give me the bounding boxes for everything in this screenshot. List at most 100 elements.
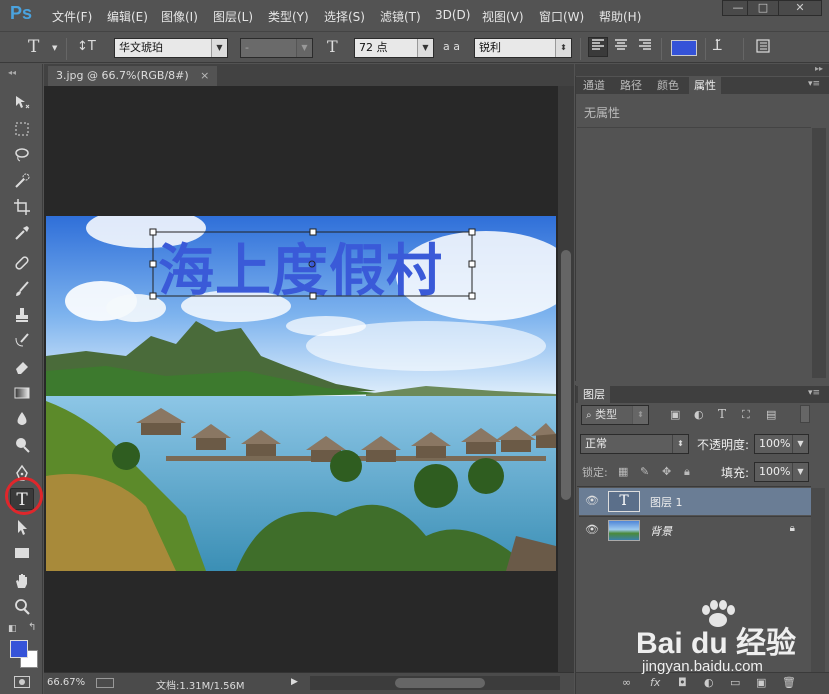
lock-position-icon[interactable]: ✥ (662, 465, 671, 478)
tab-color[interactable]: 颜色 (652, 77, 684, 94)
document-canvas[interactable]: 海上度假村 (46, 216, 556, 571)
quick-mask-icon[interactable] (14, 676, 30, 688)
filter-type-icon[interactable]: T (718, 407, 726, 421)
healing-brush-tool-icon[interactable] (10, 254, 34, 276)
swap-colors-icon[interactable]: ↰ (28, 622, 36, 633)
tab-channels[interactable]: 通道 (578, 77, 610, 94)
eyedropper-tool-icon[interactable] (10, 224, 34, 246)
menu-type[interactable]: 类型(Y) (268, 8, 309, 25)
type-tool-preset-icon[interactable]: T (28, 37, 39, 57)
layer-name[interactable]: 图层 1 (650, 494, 683, 510)
clone-stamp-tool-icon[interactable] (10, 306, 34, 328)
divider (705, 38, 706, 60)
menu-view[interactable]: 视图(V) (482, 8, 524, 25)
lock-transparent-icon[interactable]: ▦ (618, 465, 628, 478)
panel-menu-icon[interactable]: ▾≡ (808, 79, 820, 89)
fill-label: 填充: (721, 466, 750, 480)
lock-all-icon[interactable]: 🔒︎ (684, 465, 690, 479)
gradient-tool-icon[interactable] (10, 384, 34, 406)
vertical-scroll-thumb[interactable] (561, 250, 571, 500)
font-size-select[interactable]: 72 点 ▼ (354, 38, 434, 58)
crop-tool-icon[interactable] (10, 198, 34, 220)
close-tab-icon[interactable]: × (200, 69, 209, 82)
antialias-select[interactable]: 锐利 ⬍ (474, 38, 572, 58)
collapse-panels-icon[interactable]: ▸▸ (815, 64, 823, 73)
blur-tool-icon[interactable] (10, 410, 34, 432)
lock-image-icon[interactable]: ✎ (640, 465, 649, 478)
layer-name[interactable]: 背景 (650, 523, 672, 539)
character-panel-icon[interactable] (755, 38, 771, 58)
menu-layer[interactable]: 图层(L) (213, 8, 253, 25)
collapse-icon[interactable]: ◂◂ (8, 68, 16, 77)
divider (66, 38, 67, 60)
path-selection-tool-icon[interactable] (10, 518, 34, 540)
visibility-eye-icon[interactable]: 👁︎ (585, 494, 599, 508)
history-brush-tool-icon[interactable] (10, 332, 34, 354)
move-tool-icon[interactable] (10, 94, 34, 116)
menu-image[interactable]: 图像(I) (161, 8, 198, 25)
default-colors-icon[interactable]: ◧ (8, 624, 17, 634)
photoshop-logo: Ps (10, 3, 33, 23)
text-color-swatch[interactable] (671, 40, 697, 56)
fill-input[interactable]: 100% ▼ (754, 462, 809, 482)
status-menu-arrow[interactable]: ▶ (291, 677, 298, 687)
dodge-tool-icon[interactable] (10, 436, 34, 458)
filter-adjustment-icon[interactable]: ◐ (694, 408, 704, 421)
quick-selection-tool-icon[interactable] (10, 172, 34, 194)
warp-text-icon[interactable]: ꓕ̃ (713, 38, 722, 54)
menu-3d[interactable]: 3D(D) (435, 8, 470, 22)
brush-tool-icon[interactable] (10, 280, 34, 302)
menu-filter[interactable]: 滤镜(T) (380, 8, 421, 25)
chevron-down-icon: ▼ (792, 435, 808, 453)
watermark-brand: Bai du 经验 (636, 627, 797, 660)
tab-paths[interactable]: 路径 (615, 77, 647, 94)
hand-tool-icon[interactable] (10, 572, 34, 594)
menu-file[interactable]: 文件(F) (52, 8, 92, 25)
menu-select[interactable]: 选择(S) (324, 8, 365, 25)
zoom-level[interactable]: 66.67% (47, 677, 85, 688)
lasso-tool-icon[interactable] (10, 146, 34, 168)
properties-scrollbar[interactable] (812, 128, 826, 378)
chevron-down-icon[interactable]: ▼ (52, 44, 57, 52)
visibility-eye-icon[interactable]: 👁︎ (585, 523, 599, 537)
filter-toggle[interactable] (800, 405, 810, 423)
tab-layers[interactable]: 图层 (578, 386, 610, 403)
menu-help[interactable]: 帮助(H) (599, 8, 641, 25)
layers-menu-icon[interactable]: ▾≡ (808, 388, 820, 398)
menu-window[interactable]: 窗口(W) (539, 8, 584, 25)
maximize-button[interactable]: □ (747, 0, 779, 16)
menu-edit[interactable]: 编辑(E) (107, 8, 148, 25)
link-layers-icon[interactable]: ∞ (622, 676, 631, 689)
layer-filter-select[interactable]: ⌕ 类型 ⬍ (581, 405, 649, 425)
zoom-tool-icon[interactable] (10, 598, 34, 620)
transform-box[interactable] (46, 216, 556, 571)
document-info: 文档:1.31M/1.56M (156, 681, 245, 692)
layer-filter-value: 类型 (595, 408, 618, 421)
align-left-icon[interactable] (588, 37, 608, 57)
rectangle-tool-icon[interactable] (10, 544, 34, 566)
marquee-tool-icon[interactable] (10, 120, 34, 142)
align-center-icon[interactable] (613, 38, 629, 56)
blend-mode-value: 正常 (585, 437, 607, 450)
layer-row-text[interactable]: 👁︎ T 图层 1 (579, 488, 811, 515)
options-bar: T ▼ ↕T 华文琥珀 ▼ - ▼ T 72 点 ▼ a a 锐利 ⬍ ꓕ̃ (0, 31, 829, 63)
text-color-fill (672, 41, 696, 55)
text-orientation-icon[interactable]: ↕T (77, 39, 96, 54)
font-family-select[interactable]: 华文琥珀 ▼ (114, 38, 228, 58)
chevron-down-icon: ▼ (417, 39, 433, 57)
horizontal-scroll-thumb[interactable] (395, 678, 485, 688)
filter-pixel-icon[interactable]: ▣ (670, 408, 680, 421)
align-right-icon[interactable] (637, 38, 653, 56)
opacity-label: 不透明度: (697, 438, 750, 452)
blend-mode-select[interactable]: 正常 ⬍ (580, 434, 689, 454)
opacity-input[interactable]: 100% ▼ (754, 434, 809, 454)
layer-row-background[interactable]: 👁︎ 背景 🔒︎ (579, 516, 811, 543)
filter-smart-object-icon[interactable]: ▤ (766, 408, 776, 421)
foreground-color-swatch[interactable] (10, 640, 28, 658)
filter-shape-icon[interactable]: ⛶ (742, 408, 750, 422)
eraser-tool-icon[interactable] (10, 358, 34, 380)
close-button[interactable]: ✕ (778, 0, 822, 16)
tab-properties[interactable]: 属性 (689, 77, 721, 94)
font-style-select[interactable]: - ▼ (240, 38, 313, 58)
document-tab[interactable]: 3.jpg @ 66.7%(RGB/8#) × (48, 66, 218, 86)
